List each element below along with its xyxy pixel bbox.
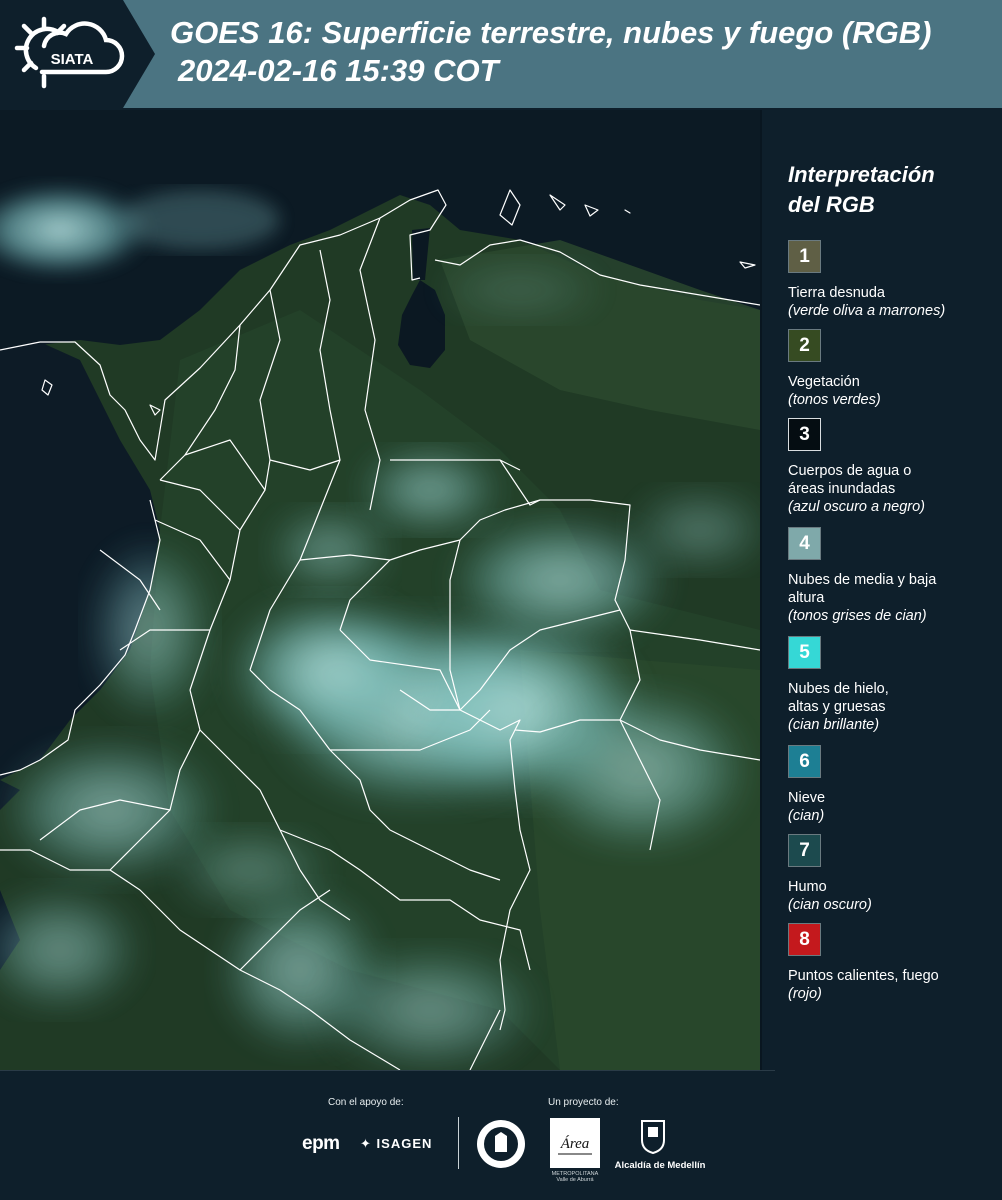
- legend-description: (cian): [788, 808, 825, 824]
- isagen-star-icon: ✦: [360, 1136, 372, 1151]
- legend-swatch: 6: [788, 745, 821, 778]
- siata-logo: SIATA: [0, 0, 155, 108]
- legend-item: 2 Vegetación (tonos verdes): [788, 329, 993, 418]
- legend-description: (azul oscuro a negro): [788, 499, 926, 515]
- legend-item: 8 Puntos calientes, fuego (rojo): [788, 923, 993, 1012]
- legend-label: Nubes de media y baja altura: [788, 572, 937, 606]
- legend-label: Nubes de hielo, altas y gruesas: [788, 681, 889, 715]
- support-label: Con el apoyo de:: [328, 1097, 404, 1108]
- legend-item: 6 Nieve (cian): [788, 745, 993, 834]
- legend-text: Nubes de hielo, altas y gruesas (cian bri…: [788, 680, 993, 734]
- legend-label: Vegetación: [788, 374, 860, 390]
- legend-description: (cian brillante): [788, 717, 880, 733]
- legend-swatch: 5: [788, 636, 821, 669]
- medellin-shield-icon: [641, 1120, 665, 1154]
- satellite-image: [0, 110, 760, 1070]
- area-metropolitana-icon: Área: [558, 1135, 592, 1155]
- legend-text: Cuerpos de agua o áreas inundadas (azul o…: [788, 462, 993, 516]
- legend-label: Humo: [788, 879, 827, 895]
- legend-label: Tierra desnuda: [788, 285, 885, 301]
- legend-text: Puntos calientes, fuego (rojo): [788, 967, 993, 1003]
- legend-description: (cian oscuro): [788, 897, 872, 913]
- legend-swatch: 1: [788, 240, 821, 273]
- legend-items: 1 Tierra desnuda (verde oliva a marrones) 2…: [788, 240, 993, 1012]
- legend-label: Nieve: [788, 790, 826, 806]
- isagen-logo: ✦ ISAGEN: [360, 1136, 432, 1152]
- legend-text: Nieve (cian): [788, 789, 993, 825]
- legend-item: 1 Tierra desnuda (verde oliva a marrones): [788, 240, 993, 329]
- antioquia-seal-icon: [477, 1120, 525, 1168]
- area-metropolitana-logo: Área: [550, 1118, 600, 1168]
- amva-subtitle: METROPOLITANA Valle de Aburrá: [551, 1171, 599, 1183]
- amva-text: Área: [560, 1135, 590, 1152]
- legend-title-line2: del RGB: [788, 192, 875, 217]
- footer: Con el apoyo de: Un proyecto de: epm ✦ I…: [0, 1070, 1002, 1200]
- legend-swatch: 3: [788, 418, 821, 451]
- legend-description: (tonos grises de cian): [788, 608, 927, 624]
- legend-description: (rojo): [788, 986, 822, 1002]
- sun-cloud-icon: SIATA: [14, 16, 125, 89]
- isagen-name: ISAGEN: [376, 1136, 433, 1151]
- title-line1: GOES 16: Superficie terrestre, nubes y f…: [170, 15, 932, 50]
- legend-text: Nubes de media y baja altura (tonos grise…: [788, 571, 993, 625]
- legend-swatch: 2: [788, 329, 821, 362]
- legend-item: 7 Humo (cian oscuro): [788, 834, 993, 923]
- legend-title-line1: Interpretación: [788, 162, 935, 187]
- legend-item: 3 Cuerpos de agua o áreas inundadas (azul …: [788, 418, 993, 527]
- rgb-legend: Interpretación del RGB 1 Tierra desnuda (v…: [788, 160, 993, 1012]
- legend-swatch: 7: [788, 834, 821, 867]
- legend-swatch: 4: [788, 527, 821, 560]
- page-title: GOES 16: Superficie terrestre, nubes y f…: [170, 14, 1000, 90]
- map-divider: [760, 110, 762, 1070]
- legend-label: Puntos calientes, fuego: [788, 968, 939, 984]
- alcaldia-medellin-logo: Alcaldía de Medellín: [614, 1160, 706, 1171]
- legend-text: Vegetación (tonos verdes): [788, 373, 993, 409]
- legend-text: Tierra desnuda (verde oliva a marrones): [788, 284, 993, 320]
- footer-divider: [0, 1070, 775, 1071]
- legend-swatch: 8: [788, 923, 821, 956]
- legend-item: 4 Nubes de media y baja altura (tonos gris…: [788, 527, 993, 636]
- footer-separator: [458, 1117, 459, 1169]
- project-label: Un proyecto de:: [548, 1097, 619, 1108]
- legend-description: (verde oliva a marrones): [788, 303, 946, 319]
- legend-text: Humo (cian oscuro): [788, 878, 993, 914]
- legend-item: 5 Nubes de hielo, altas y gruesas (cian br…: [788, 636, 993, 745]
- siata-logo-text: SIATA: [51, 51, 94, 68]
- header-banner: SIATA GOES 16: Superficie terrestre, nub…: [0, 0, 1002, 108]
- legend-description: (tonos verdes): [788, 392, 881, 408]
- legend-title: Interpretación del RGB: [788, 160, 993, 220]
- epm-logo: epm: [302, 1133, 340, 1154]
- satellite-map[interactable]: [0, 110, 760, 1070]
- legend-label: Cuerpos de agua o áreas inundadas: [788, 463, 912, 497]
- title-datetime: 2024-02-16 15:39 COT: [178, 53, 499, 88]
